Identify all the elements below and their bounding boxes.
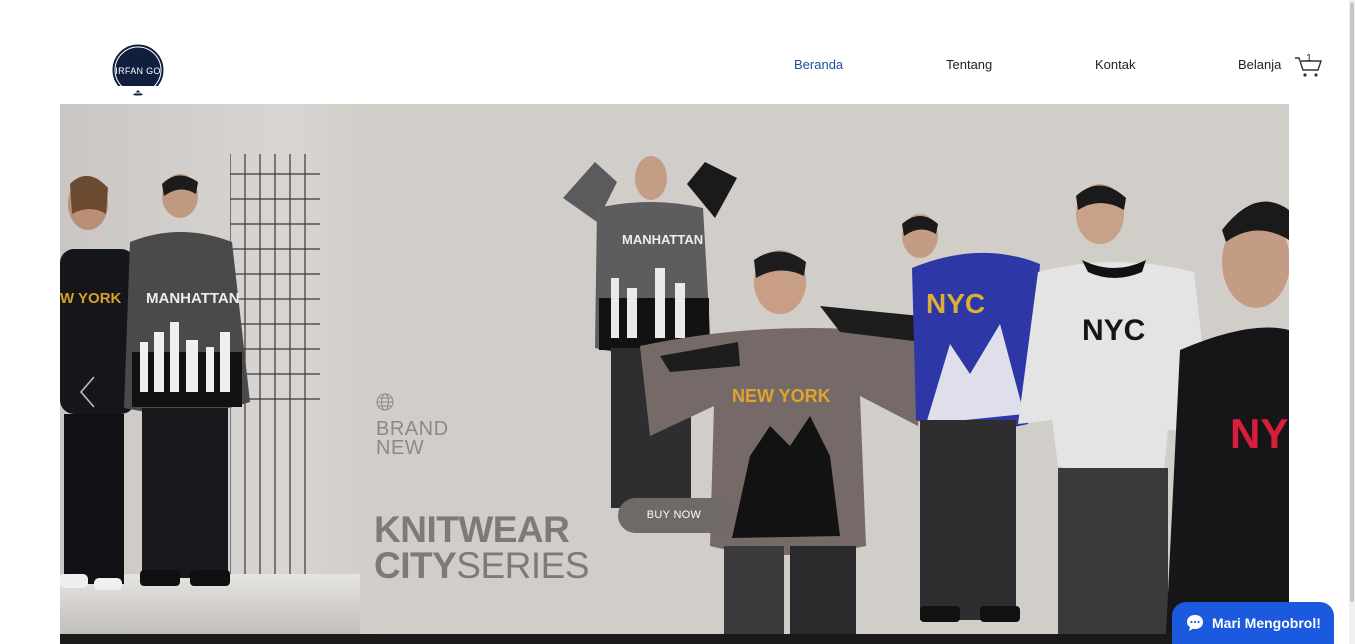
hero-banner: W YORK MANHATTAN MANHATTAN NEW YORK NYC … bbox=[60, 104, 1289, 634]
nav-kontak[interactable]: Kontak bbox=[1095, 57, 1135, 73]
nav-tentang[interactable]: Tentang bbox=[946, 57, 992, 73]
sweater-print-grey: NYC bbox=[1082, 314, 1146, 347]
chat-button[interactable]: Mari Mengobrol! bbox=[1172, 602, 1334, 644]
chevron-left-icon[interactable] bbox=[78, 375, 98, 409]
logo-text: IRFAN GO bbox=[115, 66, 161, 76]
logo[interactable]: IRFAN GO bbox=[110, 44, 166, 100]
sweater-print-black: NY bbox=[1230, 410, 1289, 457]
sweater-print-left-man: MANHATTAN bbox=[146, 290, 240, 307]
scrollbar-thumb[interactable] bbox=[1350, 2, 1354, 602]
hero-title-line2: CITYSERIES bbox=[374, 545, 589, 586]
globe-icon bbox=[376, 393, 394, 411]
chat-label: Mari Mengobrol! bbox=[1212, 615, 1321, 631]
model-man-left bbox=[124, 174, 250, 586]
sweater-print-center: NEW YORK bbox=[732, 386, 831, 406]
nav-beranda[interactable]: Beranda bbox=[794, 57, 843, 73]
sweater-print-left-woman: W YORK bbox=[60, 290, 122, 307]
nav-belanja[interactable]: Belanja bbox=[1238, 57, 1281, 73]
model-right-black bbox=[1166, 201, 1289, 634]
site-header: IRFAN GO Beranda Tentang Kontak Belanja … bbox=[0, 0, 1355, 104]
buy-now-button[interactable]: BUY NOW bbox=[618, 498, 730, 533]
cart-button[interactable]: 1 bbox=[1294, 53, 1322, 78]
brand-new-line2: NEW bbox=[376, 437, 425, 459]
brand-new-label: BRAND NEW bbox=[376, 419, 449, 459]
hero-bottom-edge bbox=[60, 634, 1289, 644]
hero-title-series: SERIES bbox=[456, 545, 589, 586]
hero-title-line1: KNITWEAR bbox=[374, 509, 570, 550]
sweater-print-blue: NYC bbox=[926, 288, 986, 319]
model-center bbox=[640, 250, 924, 634]
hero-title-city: CITY bbox=[374, 545, 457, 586]
sweater-print-raised: MANHATTAN bbox=[622, 232, 704, 247]
cart-count: 1 bbox=[1306, 53, 1312, 64]
page-scrollbar[interactable] bbox=[1349, 0, 1355, 644]
chat-bubble-icon bbox=[1187, 615, 1203, 631]
hero-title: KNITWEAR CITYSERIES bbox=[374, 509, 589, 586]
